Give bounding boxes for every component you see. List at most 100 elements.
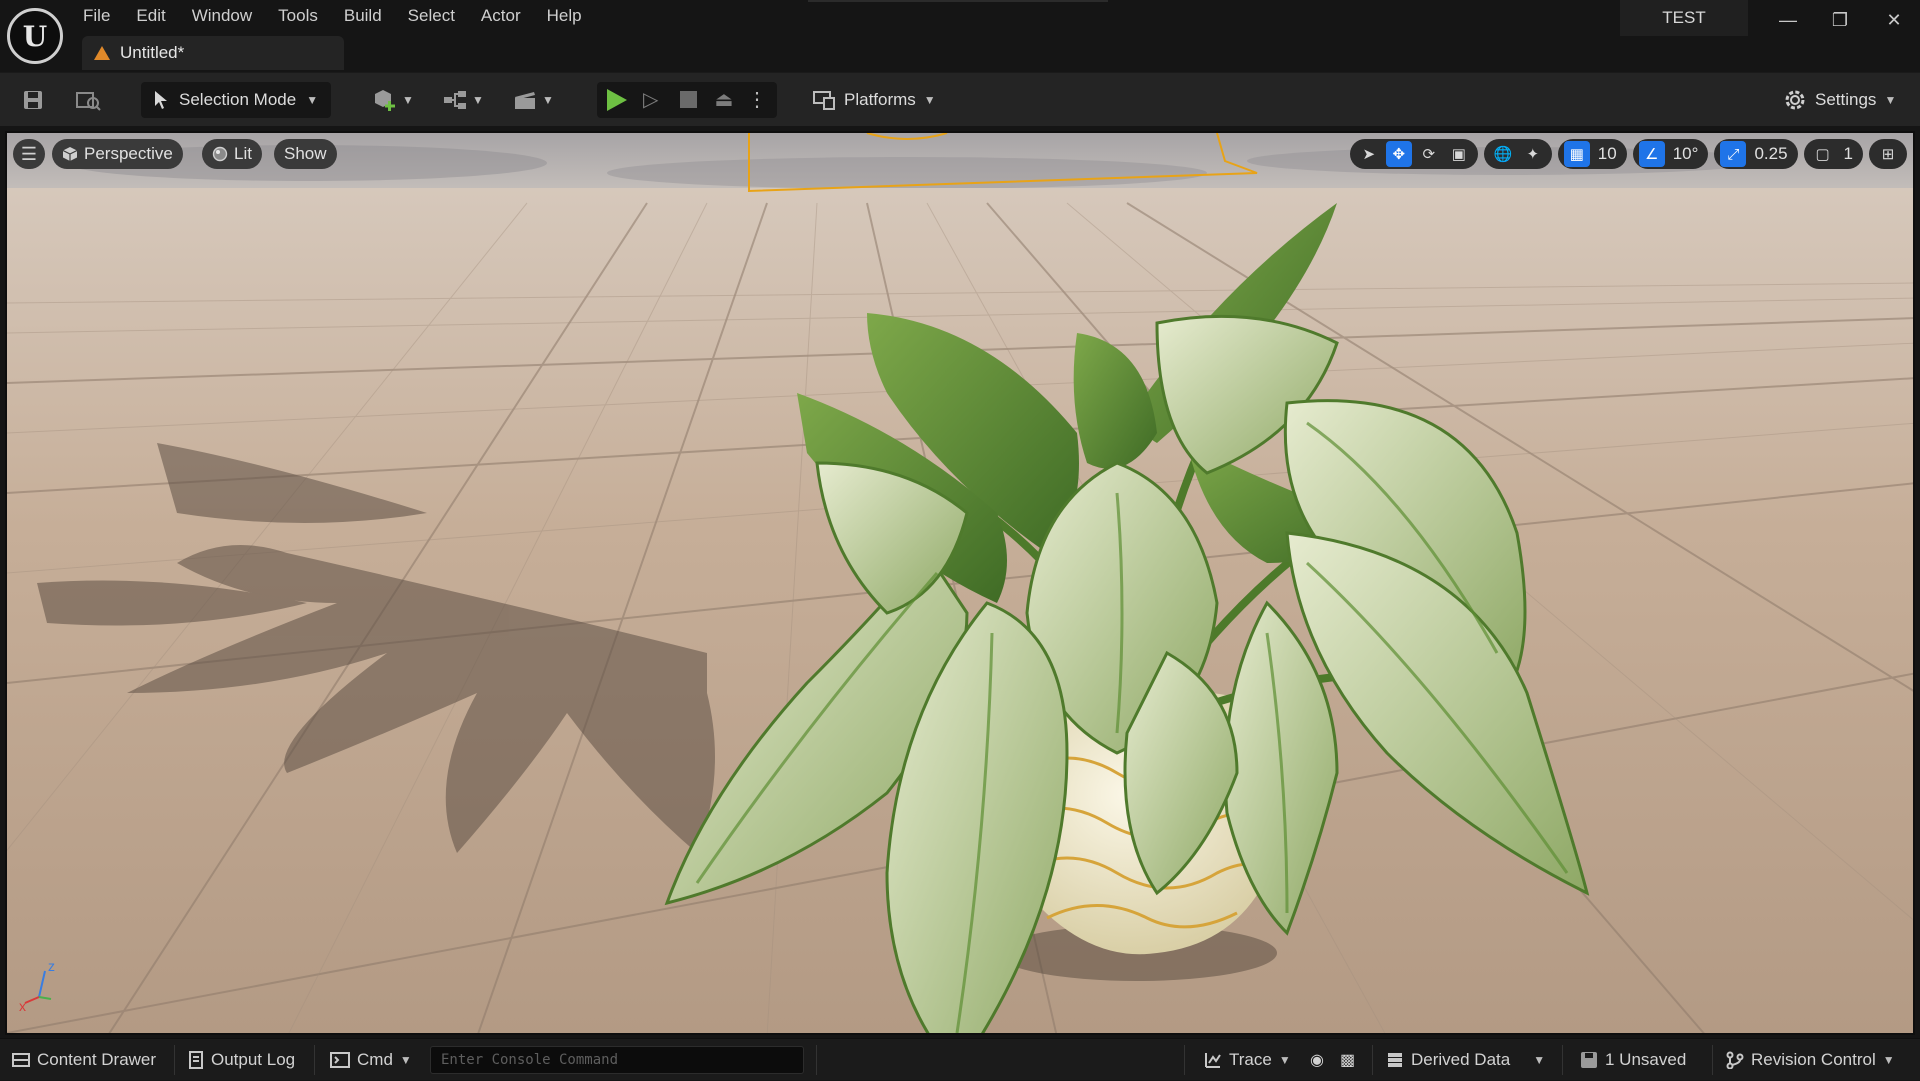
platforms-icon <box>813 91 835 110</box>
browse-icon[interactable] <box>72 85 104 115</box>
perspective-dropdown[interactable]: Perspective <box>52 139 183 169</box>
divider <box>1712 1045 1713 1075</box>
camera-icon[interactable]: ▢ <box>1810 141 1836 167</box>
add-actor-button[interactable]: ▼ <box>368 85 418 115</box>
menu-actor[interactable]: Actor <box>468 0 534 30</box>
cmd-dropdown[interactable]: Cmd ▼ <box>330 1039 412 1081</box>
platforms-dropdown[interactable]: Platforms ▼ <box>812 82 936 118</box>
chevron-down-icon: ▼ <box>402 93 414 107</box>
divider <box>816 1045 817 1075</box>
terminal-icon <box>330 1052 350 1068</box>
angle-icon[interactable]: ∠ <box>1638 141 1665 167</box>
view-mode-dropdown[interactable]: Lit <box>202 139 262 169</box>
record-icon: ◉ <box>1310 1052 1324 1069</box>
gear-icon <box>1785 90 1805 110</box>
eject-icon[interactable]: ⏏ <box>712 88 736 112</box>
cmd-label: Cmd <box>357 1050 393 1069</box>
output-log-button[interactable]: Output Log <box>188 1039 295 1081</box>
hamburger-icon: ☰ <box>20 143 38 164</box>
scale-snap-group[interactable]: ⤢ 0.25 <box>1714 139 1798 169</box>
save-icon[interactable] <box>18 85 48 115</box>
menu-tools[interactable]: Tools <box>265 0 331 30</box>
status-bar: Content Drawer Output Log Cmd ▼ Trace ▼ … <box>0 1038 1920 1080</box>
blueprint-icon <box>444 91 467 109</box>
menu-bar: File Edit Window Tools Build Select Acto… <box>70 0 595 30</box>
chevron-down-icon: ▼ <box>1278 1053 1291 1067</box>
warning-icon <box>94 46 110 60</box>
document-tab[interactable]: Untitled* <box>82 36 344 70</box>
minimize-button[interactable]: — <box>1770 6 1806 34</box>
layout-icon[interactable]: ⊞ <box>1875 141 1901 167</box>
title-bar: U File Edit Window Tools Build Select Ac… <box>0 0 1920 72</box>
level-viewport[interactable]: ☰ Perspective Lit Show ➤ ✥ ⟳ ▣ 🌐 ✦ ▦ 10 … <box>5 131 1915 1035</box>
revision-control-label: Revision Control <box>1751 1050 1876 1069</box>
grid-snap-value[interactable]: 10 <box>1594 144 1621 164</box>
settings-dropdown[interactable]: Settings ▼ <box>1783 82 1896 118</box>
menu-file[interactable]: File <box>70 0 123 30</box>
perspective-label: Perspective <box>84 144 173 163</box>
more-icon[interactable]: ⋮ <box>747 88 767 112</box>
unsaved-button[interactable]: 1 Unsaved <box>1580 1039 1686 1081</box>
selection-mode-label: Selection Mode <box>179 90 297 109</box>
lit-sphere-icon <box>212 146 228 162</box>
divider <box>1562 1045 1563 1075</box>
grid-icon[interactable]: ▦ <box>1563 141 1590 167</box>
main-toolbar: Selection Mode ▼ ▼ ▼ ▼ ▷ ⏏ ⋮ Platforms ▼… <box>0 72 1920 126</box>
trace-dropdown[interactable]: Trace ▼ <box>1204 1039 1291 1081</box>
record-button[interactable]: ◉ <box>1310 1039 1324 1081</box>
chevron-down-icon: ▼ <box>542 93 554 107</box>
show-dropdown[interactable]: Show <box>274 139 337 169</box>
chevron-down-icon: ▼ <box>1882 1053 1895 1067</box>
translate-icon[interactable]: ✥ <box>1385 141 1412 167</box>
menu-build[interactable]: Build <box>331 0 395 30</box>
camera-speed-group[interactable]: ▢ 1 <box>1803 139 1863 169</box>
menu-window[interactable]: Window <box>179 0 265 30</box>
console-command-input[interactable] <box>430 1046 804 1074</box>
step-icon[interactable]: ▷ <box>643 89 665 111</box>
add-actor-icon <box>375 90 396 111</box>
menu-select[interactable]: Select <box>395 0 468 30</box>
stop-icon[interactable] <box>680 91 697 108</box>
cube-icon <box>62 147 78 161</box>
blueprint-button[interactable]: ▼ <box>438 85 488 115</box>
grid-snap-group[interactable]: ▦ 10 <box>1557 139 1627 169</box>
drawer-icon <box>12 1053 30 1067</box>
rotation-snap-value[interactable]: 10° <box>1669 144 1703 164</box>
viewport-transform-toolbar: ➤ ✥ ⟳ ▣ 🌐 ✦ ▦ 10 ∠ 10° ⤢ 0.25 ▢ 1 ⊞ <box>1349 139 1907 169</box>
cursor-icon <box>155 91 167 109</box>
axis-z-label: z <box>48 958 55 974</box>
show-label: Show <box>284 144 327 163</box>
layout-group[interactable]: ⊞ <box>1869 139 1907 169</box>
save-icon <box>1581 1052 1597 1068</box>
content-drawer-label: Content Drawer <box>37 1050 157 1069</box>
viewport-options-button[interactable]: ☰ <box>13 139 45 169</box>
divider <box>1372 1045 1373 1075</box>
lit-label: Lit <box>234 144 252 163</box>
content-drawer-button[interactable]: Content Drawer <box>12 1039 156 1081</box>
revision-control-dropdown[interactable]: Revision Control ▼ <box>1726 1039 1895 1081</box>
revision-control-icon <box>1726 1051 1744 1069</box>
scale-snap-value[interactable]: 0.25 <box>1750 144 1791 164</box>
selection-mode-dropdown[interactable]: Selection Mode ▼ <box>141 82 331 118</box>
play-icon[interactable] <box>607 89 627 111</box>
viewport-scene[interactable] <box>7 133 1915 1035</box>
snapshot-button[interactable]: ▩ <box>1340 1039 1355 1081</box>
restore-button[interactable]: ❐ <box>1822 6 1858 34</box>
cinematics-button[interactable]: ▼ <box>508 85 558 115</box>
world-icon[interactable]: 🌐 <box>1490 141 1516 167</box>
chevron-down-icon: ▼ <box>472 93 484 107</box>
chevron-down-icon: ▼ <box>1884 93 1897 107</box>
axis-x-label: x <box>19 998 26 1013</box>
derived-data-dropdown[interactable]: Derived Data ▼ <box>1386 1039 1545 1081</box>
menu-help[interactable]: Help <box>534 0 595 30</box>
menu-edit[interactable]: Edit <box>123 0 178 30</box>
scale-snap-icon[interactable]: ⤢ <box>1720 141 1747 167</box>
scale-icon[interactable]: ▣ <box>1446 141 1472 167</box>
unreal-logo-icon[interactable]: U <box>7 8 63 64</box>
rotate-icon[interactable]: ⟳ <box>1416 141 1442 167</box>
surface-snap-icon[interactable]: ✦ <box>1520 141 1546 167</box>
camera-speed-value[interactable]: 1 <box>1840 144 1857 164</box>
close-button[interactable]: ✕ <box>1876 6 1912 34</box>
select-icon[interactable]: ➤ <box>1356 141 1382 167</box>
rotation-snap-group[interactable]: ∠ 10° <box>1632 139 1709 169</box>
